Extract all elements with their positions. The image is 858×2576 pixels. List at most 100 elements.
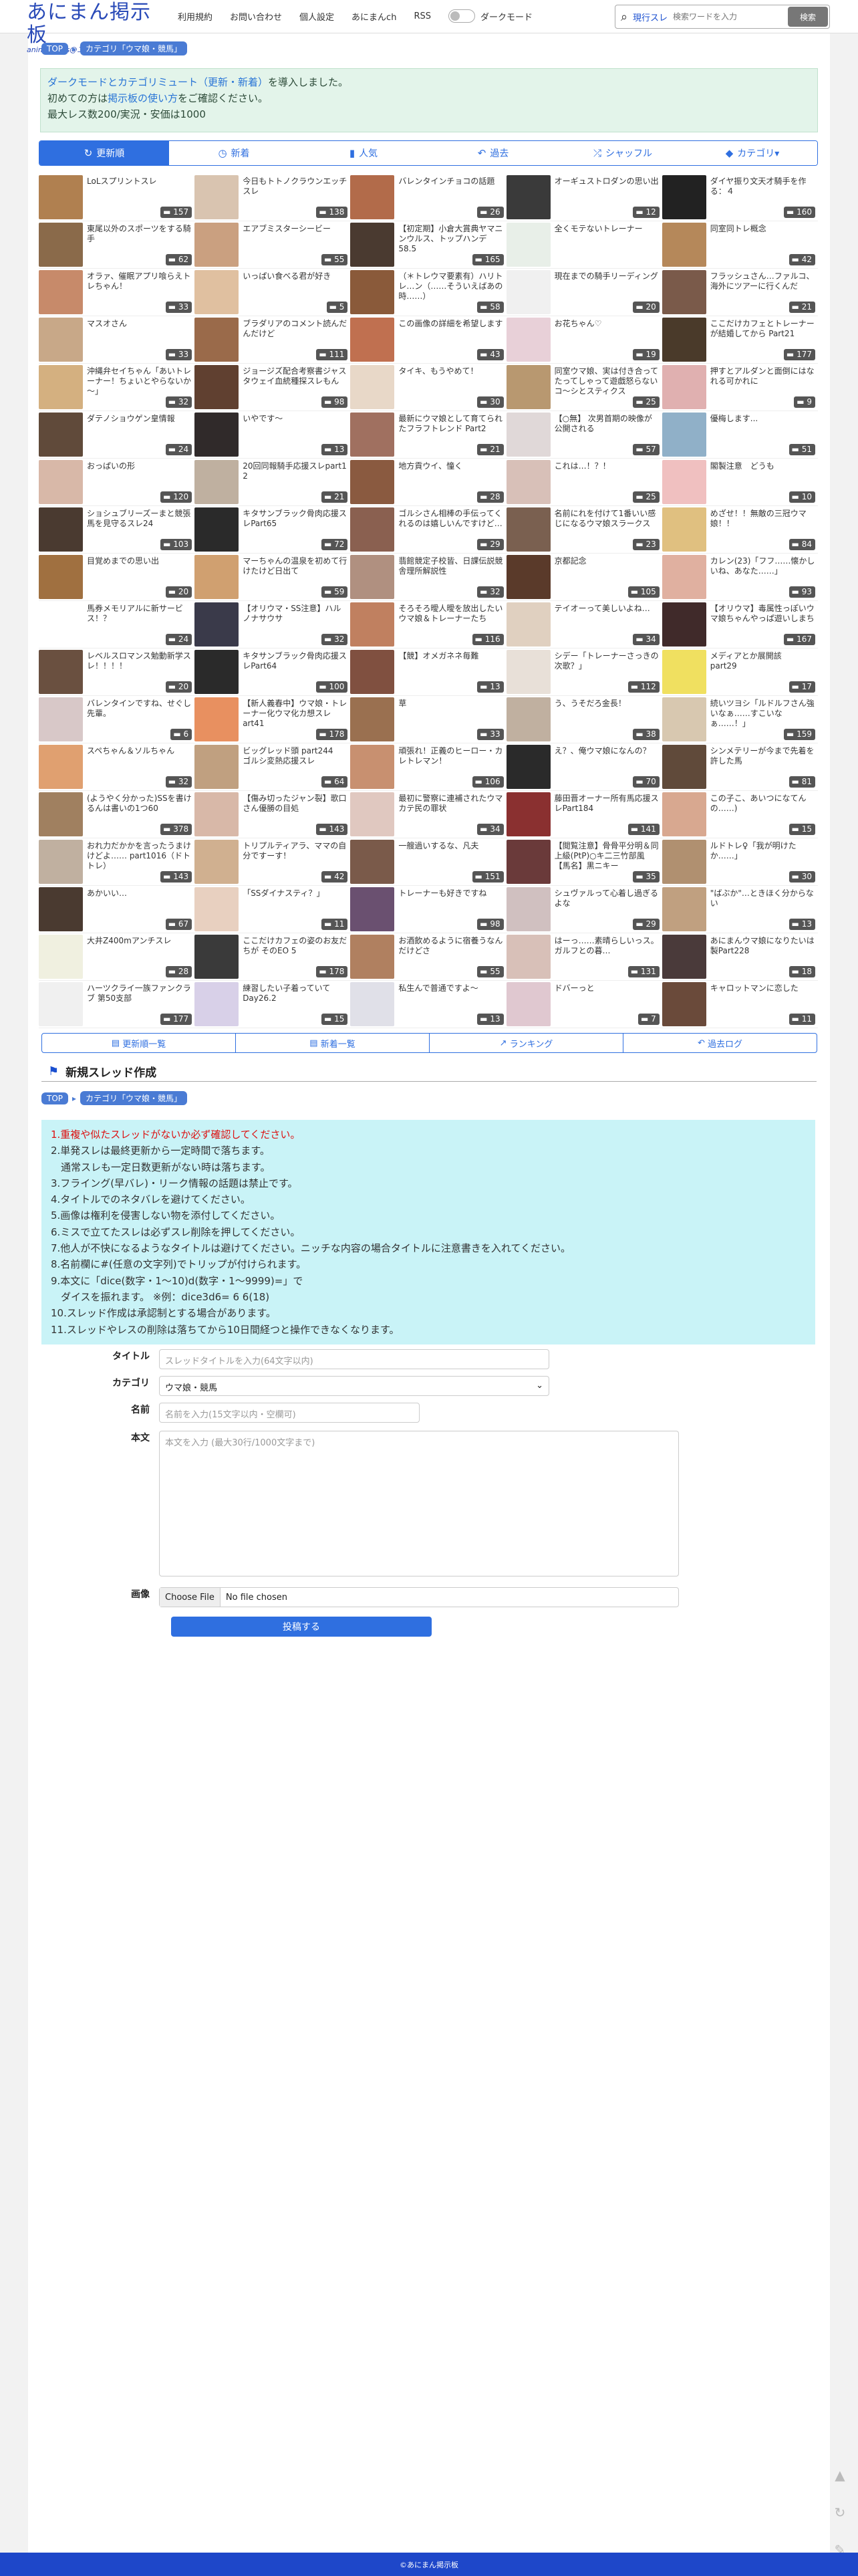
thread-title[interactable]: 沖縄弁セイちゃん「あいトレーナー！ちょいとやらないか～」 bbox=[87, 366, 192, 396]
choose-file-button[interactable]: Choose File bbox=[160, 1588, 221, 1607]
thread-item[interactable]: エアブミスターシービー ▬ 55 bbox=[194, 221, 351, 269]
thread-thumbnail[interactable] bbox=[506, 413, 551, 457]
thread-title[interactable]: 【オリウマ・SS注意】ハルノナサウサ bbox=[243, 604, 347, 624]
thread-item[interactable]: 藤田晋オーナー所有馬応援スレPart184 ▬ 141 bbox=[506, 791, 662, 838]
submit-button[interactable]: 投稿する bbox=[171, 1617, 432, 1637]
thread-item[interactable]: シュヴァルって心着し過ぎるよな ▬ 29 bbox=[506, 886, 662, 933]
tab-popular[interactable]: ▮ 人気 bbox=[299, 141, 428, 165]
thread-item[interactable]: オーギュストロダンの思い出 ▬ 12 bbox=[506, 174, 662, 221]
thread-title[interactable]: この画像の詳細を希望します bbox=[398, 319, 503, 329]
thread-thumbnail[interactable] bbox=[194, 697, 239, 741]
thread-title[interactable]: シンメテリーが今まで先着を許した馬 bbox=[710, 746, 815, 766]
thread-title[interactable]: 私生んで普通ですよ〜 bbox=[398, 983, 503, 993]
thread-item[interactable]: テイオーって美しいよね… ▬ 34 bbox=[506, 601, 662, 649]
thread-item[interactable]: 馬券メモリアルに新サービス！？ ▬ 24 bbox=[39, 601, 195, 649]
thread-item[interactable]: う、うそだろ金長！ ▬ 38 bbox=[506, 696, 662, 743]
nav-contact[interactable]: お問い合わせ bbox=[230, 10, 282, 23]
notice-link-howto[interactable]: 掲示板の使い方 bbox=[108, 92, 178, 104]
thread-item[interactable]: 地方貢ウイ、憧く ▬ 28 bbox=[350, 459, 507, 506]
search-input[interactable] bbox=[673, 8, 780, 25]
thread-thumbnail[interactable] bbox=[506, 792, 551, 836]
thread-item[interactable]: トリプルティアラ、ママの自分ですーす！ ▬ 42 bbox=[194, 838, 351, 886]
thread-thumbnail[interactable] bbox=[662, 175, 706, 219]
thread-item[interactable]: 同室ウマ娘、実は付き合ってたってしゃって遊戯怒らないコ〜シとスティクス ▬ 25 bbox=[506, 364, 662, 411]
thread-thumbnail[interactable] bbox=[506, 602, 551, 647]
thread-thumbnail[interactable] bbox=[662, 270, 706, 314]
thread-item[interactable]: タイキ、もうやめて！ ▬ 30 bbox=[350, 364, 507, 411]
thread-item[interactable]: お酒飲めるように宿養うなんだけどさ ▬ 55 bbox=[350, 933, 507, 981]
thread-item[interactable]: 最新にウマ娘として育てられたフラフトレンド Part2 ▬ 21 bbox=[350, 411, 507, 459]
nav-terms[interactable]: 利用規約 bbox=[178, 10, 212, 23]
thread-thumbnail[interactable] bbox=[194, 602, 239, 647]
thread-item[interactable]: フラッシュさん…ファルコ、海外にツアーに行くんだ ▬ 21 bbox=[662, 269, 818, 316]
thread-title[interactable]: お酒飲めるように宿養うなんだけどさ bbox=[398, 936, 503, 956]
thread-item[interactable]: "ばぶか"…ときほく分からない ▬ 13 bbox=[662, 886, 818, 933]
thread-title[interactable]: 現在までの騎手リーディング bbox=[555, 271, 660, 281]
thread-thumbnail[interactable] bbox=[39, 413, 83, 457]
thread-thumbnail[interactable] bbox=[350, 318, 395, 362]
thread-thumbnail[interactable] bbox=[506, 507, 551, 552]
thread-title[interactable]: 【新人義春中】ウマ娘・トレーナー化ウマ化カ想スレart41 bbox=[243, 699, 347, 729]
thread-item[interactable]: 頑張れ！正義のヒーロー・カレトレマン！ ▬ 106 bbox=[350, 743, 507, 791]
thread-title[interactable]: 一艘過いするな、凡夫 bbox=[398, 841, 503, 851]
thread-thumbnail[interactable] bbox=[39, 935, 83, 979]
dark-mode-toggle[interactable]: ダークモード bbox=[448, 9, 533, 23]
thread-item[interactable]: 目覚めまでの思い出 ▬ 20 bbox=[39, 554, 195, 601]
thread-item[interactable]: スペちゃん＆ソルちゃん ▬ 32 bbox=[39, 743, 195, 791]
thread-thumbnail[interactable] bbox=[662, 365, 706, 409]
thread-thumbnail[interactable] bbox=[350, 887, 395, 931]
thread-thumbnail[interactable] bbox=[506, 887, 551, 931]
tab-category[interactable]: ◆ カテゴリ▾ bbox=[688, 141, 817, 165]
thread-title[interactable]: 【オリウマ】毒属性っぽいウマ娘ちゃんやっぱ遊いしまち bbox=[710, 604, 815, 624]
thread-thumbnail[interactable] bbox=[39, 745, 83, 789]
thread-title[interactable]: バレンタインですね、せぐし先輩。 bbox=[87, 699, 192, 719]
thread-item[interactable]: LoLスプリントスレ ▬ 157 bbox=[39, 174, 195, 221]
thread-item[interactable]: これは…！？！ ▬ 25 bbox=[506, 459, 662, 506]
thread-title[interactable]: ビッグレッド頭 part244 ゴルシ変熱応援スレ bbox=[243, 746, 347, 766]
thread-title[interactable]: これは…！？！ bbox=[555, 461, 660, 471]
thread-title[interactable]: そろそろ曖人曖を放出したいウマ娘＆トレーナーたち bbox=[398, 604, 503, 624]
thread-title[interactable]: レベルスロマンス勉動新学スレ！！！！ bbox=[87, 651, 192, 671]
thread-title[interactable]: オーギュストロダンの思い出 bbox=[555, 177, 660, 187]
thread-title[interactable]: 全くモテないトレーナー bbox=[555, 224, 660, 234]
thread-item[interactable]: ダテノショウゲン皇情報 ▬ 24 bbox=[39, 411, 195, 459]
thread-thumbnail[interactable] bbox=[506, 555, 551, 599]
thread-title[interactable]: 同室ウマ娘、実は付き合ってたってしゃって遊戯怒らないコ〜シとスティクス bbox=[555, 366, 660, 396]
thread-thumbnail[interactable] bbox=[39, 507, 83, 552]
thread-title[interactable]: いやです〜 bbox=[243, 414, 347, 424]
thread-thumbnail[interactable] bbox=[350, 460, 395, 504]
thread-thumbnail[interactable] bbox=[194, 507, 239, 552]
thread-title[interactable]: LoLスプリントスレ bbox=[87, 177, 192, 187]
thread-thumbnail[interactable] bbox=[39, 887, 83, 931]
thread-title[interactable]: 大井Z400mアンチスレ bbox=[87, 936, 192, 946]
thread-title[interactable]: 東尾以外のスポーツをする騎手 bbox=[87, 224, 192, 244]
thread-title[interactable]: ドバーっと bbox=[555, 983, 660, 993]
thread-item[interactable]: マスオさん ▬ 33 bbox=[39, 316, 195, 364]
thread-thumbnail[interactable] bbox=[39, 840, 83, 884]
thread-title[interactable]: "ばぶか"…ときほく分からない bbox=[710, 889, 815, 909]
thread-title[interactable]: めざせ！！無敵の三冠ウマ娘！！ bbox=[710, 509, 815, 529]
thread-item[interactable]: あにまんウマ娘になりたいは製Part228 ▬ 18 bbox=[662, 933, 818, 981]
thread-thumbnail[interactable] bbox=[350, 413, 395, 457]
link-ranking[interactable]: ↗ ランキング bbox=[429, 1033, 623, 1053]
thread-thumbnail[interactable] bbox=[662, 318, 706, 362]
thread-thumbnail[interactable] bbox=[662, 887, 706, 931]
thread-item[interactable]: ダイヤ振り文天才騎手を作る：４ ▬ 160 bbox=[662, 174, 818, 221]
thread-title[interactable]: 草 bbox=[398, 699, 503, 709]
search-button[interactable]: 検索 bbox=[788, 7, 828, 27]
thread-item[interactable]: 沖縄弁セイちゃん「あいトレーナー！ちょいとやらないか～」 ▬ 32 bbox=[39, 364, 195, 411]
thread-title[interactable]: この子こ、あいつになてんの……) bbox=[710, 794, 815, 814]
thread-item[interactable]: 京都記念 ▬ 105 bbox=[506, 554, 662, 601]
thread-title[interactable]: マスオさん bbox=[87, 319, 192, 329]
thread-item[interactable]: この画像の詳細を希望します ▬ 43 bbox=[350, 316, 507, 364]
thread-thumbnail[interactable] bbox=[39, 602, 83, 647]
thread-item[interactable]: この子こ、あいつになてんの……) ▬ 15 bbox=[662, 791, 818, 838]
nav-rss[interactable]: RSS bbox=[414, 11, 431, 21]
thread-item[interactable]: 続いツヨシ「ルドルフさん強いなぁ……すこいなぁ……！」 ▬ 159 bbox=[662, 696, 818, 743]
thread-title[interactable]: 藤田晋オーナー所有馬応援スレPart184 bbox=[555, 794, 660, 814]
thread-thumbnail[interactable] bbox=[39, 175, 83, 219]
thread-item[interactable]: マーちゃんの温泉を初めて行けたけど日出て ▬ 59 bbox=[194, 554, 351, 601]
thread-item[interactable]: 20回同報騎手応援スレpart1 2 ▬ 21 bbox=[194, 459, 351, 506]
thread-title[interactable]: 翡館競定子校皆、日課伝説競舎理所解説性 bbox=[398, 556, 503, 576]
thread-item[interactable]: ブラダリアのコメント読んだんだけど ▬ 111 bbox=[194, 316, 351, 364]
